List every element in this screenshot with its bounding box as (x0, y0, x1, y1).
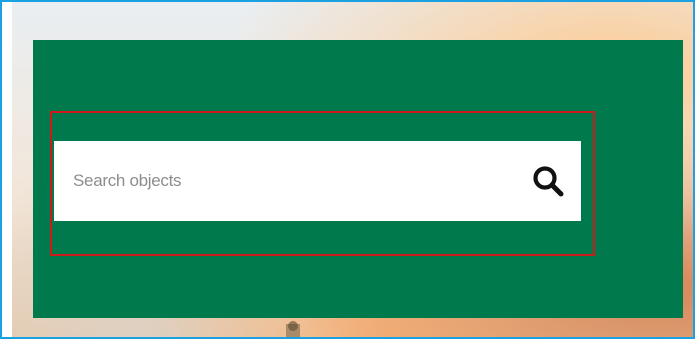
background-figure (286, 321, 300, 337)
search-button[interactable] (529, 162, 569, 202)
page-frame (0, 0, 695, 339)
search-input[interactable] (54, 141, 514, 221)
left-margin (2, 2, 12, 337)
search-icon (531, 164, 567, 200)
search-bar (54, 141, 581, 221)
